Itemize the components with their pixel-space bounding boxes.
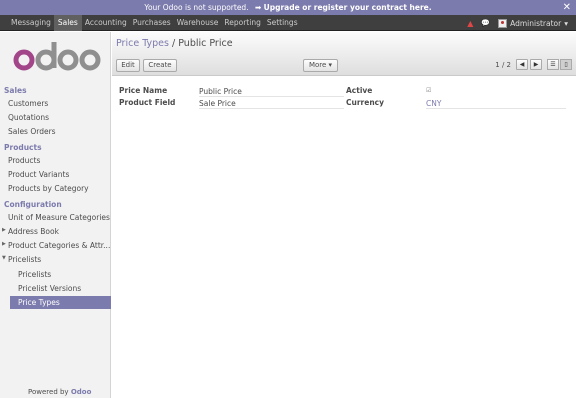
top-menu-bar: Messaging Sales Accounting Purchases War… xyxy=(0,15,576,31)
menu-item-settings[interactable]: Settings xyxy=(264,15,301,31)
create-button[interactable]: Create xyxy=(143,59,177,72)
product-field-label: Product Field xyxy=(119,98,176,107)
breadcrumb-current: Public Price xyxy=(178,38,233,49)
warning-icon[interactable]: ▲ xyxy=(467,19,473,28)
user-name: Administrator xyxy=(510,18,562,28)
price-name-label: Price Name xyxy=(119,86,168,95)
sidebar-item-uom-categories[interactable]: Unit of Measure Categories xyxy=(8,213,110,222)
section-sales: Sales xyxy=(4,86,27,95)
previous-icon[interactable]: ◀ xyxy=(516,59,528,70)
user-menu[interactable]: Administrator ▾ xyxy=(498,18,568,28)
menu-item-messaging[interactable]: Messaging xyxy=(8,15,54,31)
breadcrumb: Price Types / Public Price xyxy=(116,38,233,49)
sidebar-item-product-variants[interactable]: Product Variants xyxy=(8,170,69,179)
menu-item-accounting[interactable]: Accounting xyxy=(82,15,130,31)
price-name-field: Public Price xyxy=(199,87,344,97)
caret-down-icon: ▾ xyxy=(328,61,333,69)
sidebar-item-sales-orders[interactable]: Sales Orders xyxy=(8,127,56,136)
main-menu: Messaging Sales Accounting Purchases War… xyxy=(8,15,301,31)
currency-field[interactable]: CNY xyxy=(426,99,566,109)
main-content: Price Types / Public Price Edit Create M… xyxy=(112,32,576,398)
section-products: Products xyxy=(4,143,42,152)
sidebar-item-products-by-category[interactable]: Products by Category xyxy=(8,184,89,193)
sidebar-item-pricelists[interactable]: Pricelists xyxy=(18,270,51,279)
sidebar-item-customers[interactable]: Customers xyxy=(8,99,48,108)
sidebar-item-price-types[interactable]: Price Types xyxy=(18,298,60,307)
list-view-icon[interactable]: ☰ xyxy=(547,59,559,70)
sidebar-item-address-book[interactable]: ▶ Address Book xyxy=(2,227,59,236)
odoo-logo[interactable] xyxy=(12,40,102,76)
sidebar-item-label: Product Categories & Attr... xyxy=(8,241,111,250)
sidebar-item-product-categories[interactable]: ▶ Product Categories & Attr... xyxy=(2,241,111,250)
menu-item-sales[interactable]: Sales xyxy=(53,15,82,31)
breadcrumb-parent[interactable]: Price Types xyxy=(116,38,169,49)
sidebar-item-label: Pricelists xyxy=(8,255,42,264)
menu-item-purchases[interactable]: Purchases xyxy=(130,15,174,31)
section-configuration: Configuration xyxy=(4,200,62,209)
avatar xyxy=(498,18,508,28)
powered-by-label: Powered by xyxy=(28,388,69,396)
control-panel: Price Types / Public Price Edit Create M… xyxy=(112,32,576,76)
active-checkbox: ☑ xyxy=(426,87,432,94)
chevron-down-icon: ▾ xyxy=(564,18,568,28)
form-view-icon[interactable]: ▯ xyxy=(560,59,572,70)
sidebar-item-pricelist-versions[interactable]: Pricelist Versions xyxy=(18,284,81,293)
active-label: Active xyxy=(346,86,373,95)
sidebar-item-quotations[interactable]: Quotations xyxy=(8,113,49,122)
powered-by: Powered by Odoo xyxy=(28,388,91,396)
caret-right-icon: ▶ xyxy=(2,227,6,233)
more-label: More xyxy=(308,61,327,69)
close-icon[interactable]: ✕ xyxy=(563,0,571,15)
next-icon[interactable]: ▶ xyxy=(530,59,542,70)
edit-button[interactable]: Edit xyxy=(116,59,140,72)
announcement-bar: Your Odoo is not supported. ➡ Upgrade or… xyxy=(0,0,576,15)
breadcrumb-separator: / xyxy=(172,38,176,49)
sidebar-item-label: Address Book xyxy=(8,227,59,236)
pager: 1 / 2 ◀ ▶ xyxy=(495,59,542,70)
top-right-tools: ▲ 💬 Administrator ▾ xyxy=(467,15,568,31)
announcement-text: Your Odoo is not supported. xyxy=(144,3,249,12)
caret-right-icon: ▶ xyxy=(2,241,6,247)
pager-value: 1 / 2 xyxy=(495,60,511,69)
caret-down-icon: ▼ xyxy=(2,255,6,261)
currency-label: Currency xyxy=(346,98,385,107)
sidebar-item-products[interactable]: Products xyxy=(8,156,40,165)
sidebar: Sales Customers Quotations Sales Orders … xyxy=(0,32,111,398)
arrow-right-icon: ➡ xyxy=(254,3,262,12)
powered-by-brand[interactable]: Odoo xyxy=(71,388,92,396)
chat-icon[interactable]: 💬 xyxy=(481,19,490,27)
view-switcher: ☰ ▯ xyxy=(547,59,572,70)
menu-item-warehouse[interactable]: Warehouse xyxy=(174,15,222,31)
product-field-field: Sale Price xyxy=(199,99,344,109)
upgrade-link[interactable]: Upgrade or register your contract here. xyxy=(264,3,432,12)
more-button[interactable]: More ▾ xyxy=(303,59,338,72)
sidebar-item-pricelists-group[interactable]: ▼ Pricelists xyxy=(2,255,42,264)
menu-item-reporting[interactable]: Reporting xyxy=(221,15,263,31)
